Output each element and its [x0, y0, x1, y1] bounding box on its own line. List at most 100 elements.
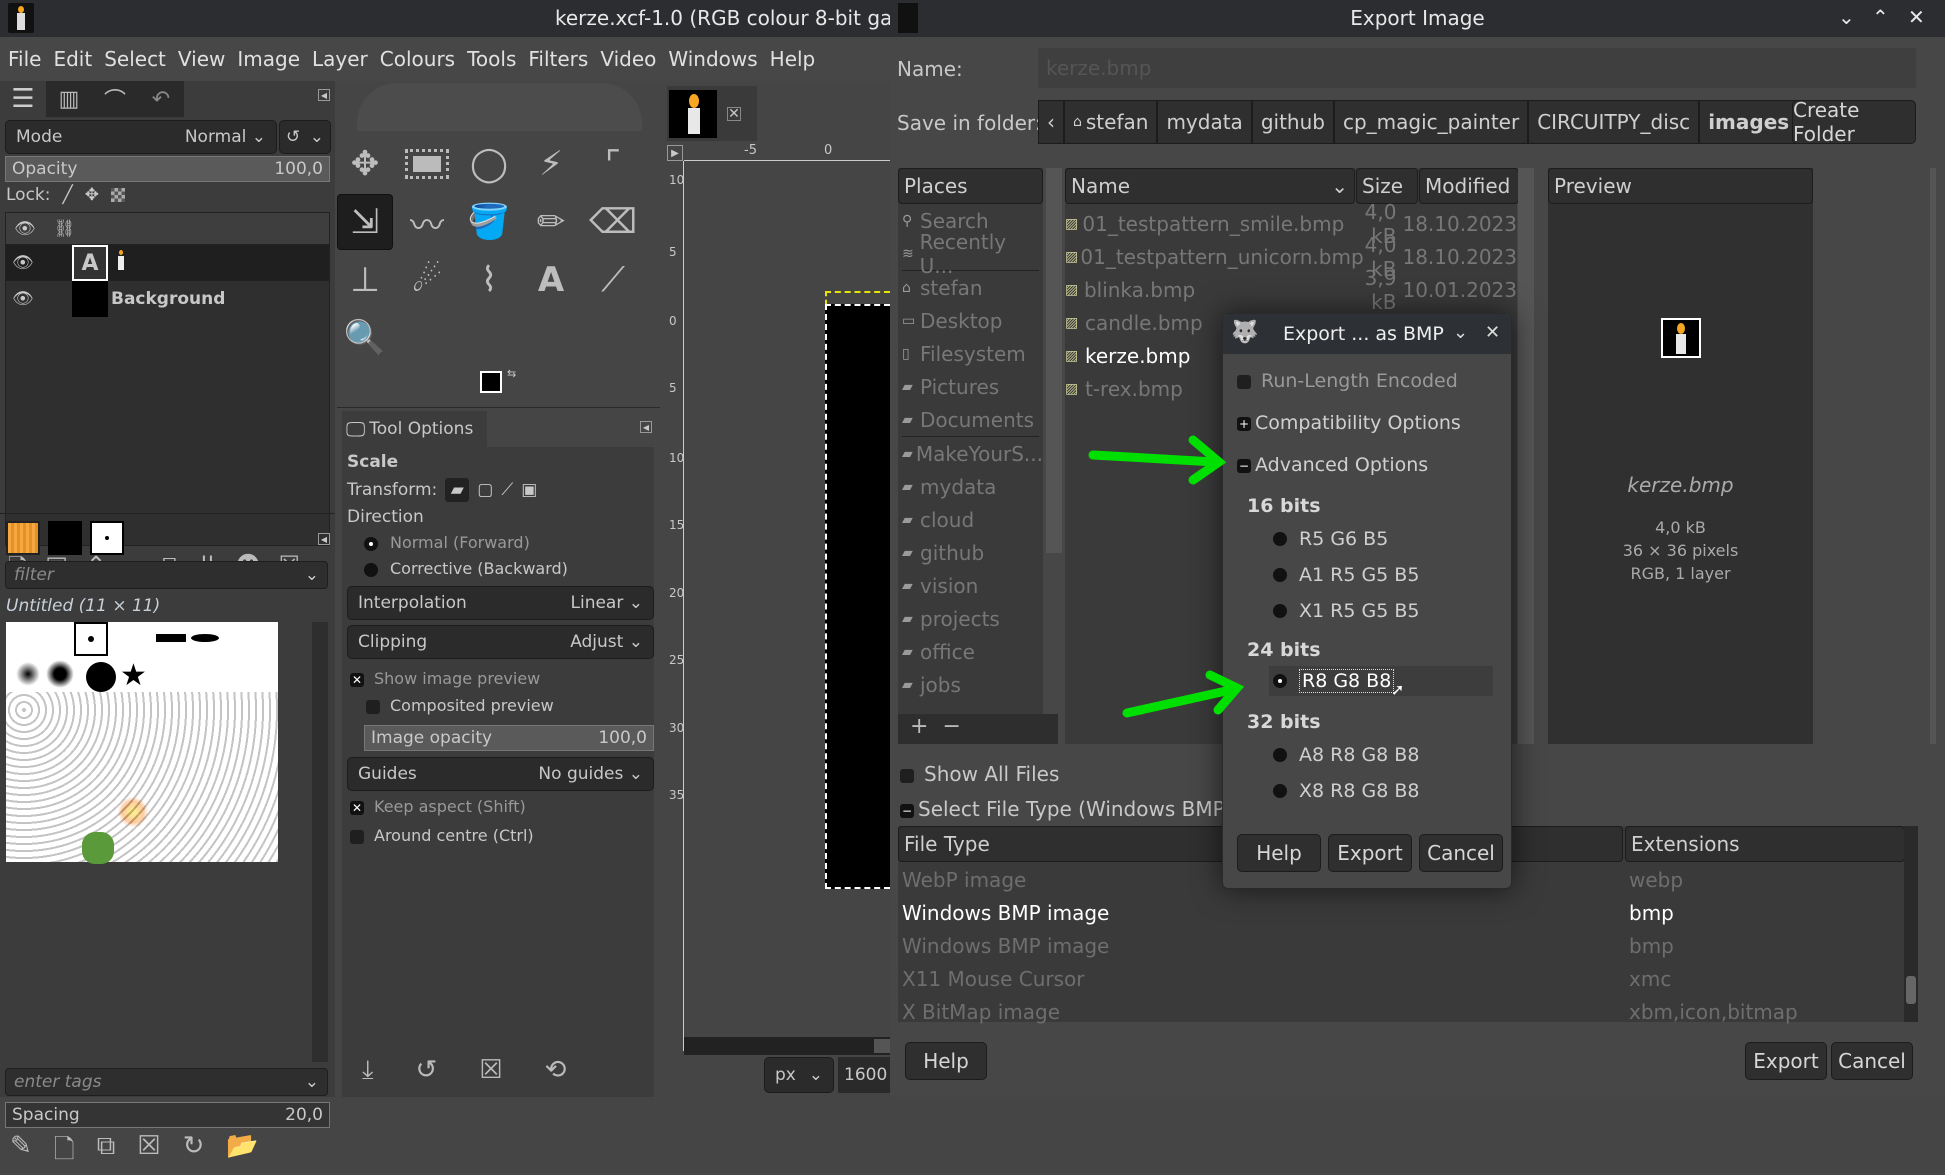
- zoom-field[interactable]: 1600: [838, 1057, 890, 1093]
- name-column-header[interactable]: Name ⌄: [1065, 168, 1355, 204]
- chevron-down-icon[interactable]: ⌄: [1453, 322, 1468, 343]
- place-item-projects[interactable]: ▰ projects: [898, 602, 1043, 635]
- crop-tool-icon[interactable]: ⌜: [585, 136, 641, 192]
- filetype-scrollbar[interactable]: [1904, 826, 1918, 1022]
- eraser-tool-icon[interactable]: ⌫: [585, 194, 641, 250]
- edit-brush-icon[interactable]: ✎: [10, 1131, 32, 1175]
- menu-image[interactable]: Image: [237, 47, 300, 71]
- opacity-spinner[interactable]: Opacity 100,0: [5, 156, 330, 182]
- close-icon[interactable]: ✕: [1485, 322, 1500, 343]
- place-item-jobs[interactable]: ▰ jobs: [898, 668, 1043, 701]
- smudge-tool-icon[interactable]: ☄: [399, 252, 455, 308]
- guides-combo[interactable]: Guides No guides ⌄: [347, 757, 654, 791]
- select-file-type-expander[interactable]: − Select File Type (Windows BMP in: [900, 797, 1249, 821]
- composited-preview-checkbox[interactable]: Composited preview: [366, 696, 554, 715]
- minimize-icon[interactable]: ⌄: [1838, 5, 1855, 29]
- file-row[interactable]: ▨ blinka.bmp 3,9 kB 10.01.2023: [1065, 266, 1517, 314]
- filetype-row[interactable]: Windows BMP image bmp: [898, 896, 1903, 929]
- filetype-row[interactable]: Windows BMP image bmp: [898, 929, 1903, 962]
- rle-checkbox[interactable]: Run-Length Encoded: [1237, 370, 1458, 392]
- pencil-tool-icon[interactable]: ✏: [523, 194, 579, 250]
- radio-r5g6b5[interactable]: R5 G6 B5: [1273, 528, 1388, 550]
- breadcrumb-mydata[interactable]: mydata: [1157, 100, 1252, 144]
- remove-bookmark-icon[interactable]: −: [942, 714, 960, 739]
- show-preview-checkbox[interactable]: ✕ Show image preview: [350, 669, 540, 688]
- bucket-fill-tool-icon[interactable]: 🪣: [461, 194, 517, 250]
- menu-video[interactable]: Video: [600, 47, 656, 71]
- cancel-button[interactable]: Cancel: [1831, 1042, 1913, 1080]
- direction-corrective-radio[interactable]: Corrective (Backward): [364, 559, 568, 578]
- help-button[interactable]: Help: [905, 1042, 987, 1080]
- undo-history-tab-icon[interactable]: ↶: [138, 81, 184, 117]
- place-item-documents[interactable]: ▰ Documents: [898, 403, 1043, 436]
- channels-tab-icon[interactable]: ▥: [46, 81, 92, 117]
- breadcrumb-circuitpy-disc[interactable]: CIRCUITPY_disc: [1528, 100, 1700, 144]
- radio-r8g8b8[interactable]: R8 G8 B8: [1273, 669, 1395, 693]
- menu-edit[interactable]: Edit: [53, 47, 92, 71]
- dock-menu-icon[interactable]: ◀: [640, 421, 652, 433]
- menu-help[interactable]: Help: [770, 47, 816, 71]
- open-brush-icon[interactable]: 📂: [226, 1131, 258, 1175]
- tool-options-tab[interactable]: 🖵 Tool Options: [342, 411, 487, 447]
- menu-windows[interactable]: Windows: [668, 47, 757, 71]
- create-folder-button[interactable]: Create Folder: [1792, 98, 1916, 146]
- breadcrumb-images[interactable]: images: [1699, 100, 1799, 144]
- image-canvas[interactable]: [825, 304, 890, 889]
- delete-brush-icon[interactable]: ☒: [137, 1131, 160, 1175]
- delete-options-icon[interactable]: ☒: [479, 1055, 502, 1086]
- add-bookmark-icon[interactable]: +: [910, 714, 928, 739]
- show-all-files-checkbox[interactable]: Show All Files: [900, 762, 1059, 786]
- extensions-column-header[interactable]: Extensions: [1625, 826, 1905, 862]
- around-centre-checkbox[interactable]: Around centre (Ctrl): [350, 826, 534, 845]
- swap-colors-icon[interactable]: ⇆: [507, 367, 516, 380]
- scale-tool-icon[interactable]: ⇲: [337, 194, 393, 250]
- files-scrollbar[interactable]: [1518, 168, 1534, 744]
- advanced-expander[interactable]: − Advanced Options: [1237, 454, 1428, 476]
- filetype-row[interactable]: X BitMap image xbm,icon,bitmap: [898, 995, 1903, 1028]
- menu-file[interactable]: File: [8, 47, 41, 71]
- menu-select[interactable]: Select: [104, 47, 166, 71]
- quick-mask-toggle[interactable]: ▶: [667, 145, 683, 161]
- filetype-row[interactable]: X11 Mouse Cursor xmc: [898, 962, 1903, 995]
- zoom-tool-icon[interactable]: 🔍: [337, 310, 393, 366]
- dock-menu-icon[interactable]: ◀: [318, 89, 330, 101]
- breadcrumb-cp-magic-painter[interactable]: cp_magic_painter: [1333, 100, 1529, 144]
- lasso-tool-icon[interactable]: ◯: [461, 136, 517, 192]
- tags-input[interactable]: enter tags ⌄: [5, 1068, 328, 1096]
- place-item-recently-u-[interactable]: ≋ Recently U...: [898, 230, 1043, 278]
- eye-icon[interactable]: 👁: [12, 253, 72, 273]
- keep-aspect-checkbox[interactable]: ✕ Keep aspect (Shift): [350, 797, 526, 816]
- file-row[interactable]: ▨ 01_testpattern_unicorn.bmp 4,0 kB 18.10.2…: [1065, 233, 1517, 281]
- transform-selection-icon[interactable]: ▢: [477, 480, 493, 500]
- preview-scrollbar[interactable]: [1930, 168, 1936, 744]
- close-tab-icon[interactable]: ✕: [727, 106, 741, 122]
- move-tool-icon[interactable]: ✥: [337, 136, 393, 192]
- layer-row[interactable]: 👁 A: [6, 245, 329, 281]
- close-icon[interactable]: ✕: [1908, 5, 1925, 29]
- menu-filters[interactable]: Filters: [528, 47, 588, 71]
- filename-input[interactable]: kerze.bmp: [1038, 48, 1916, 88]
- foreground-color-swatch[interactable]: [480, 371, 502, 393]
- place-item-cloud[interactable]: ▰ cloud: [898, 503, 1043, 536]
- transform-image-icon[interactable]: ▣: [521, 480, 537, 500]
- compatibility-expander[interactable]: + Compatibility Options: [1237, 412, 1461, 434]
- menu-colours[interactable]: Colours: [380, 47, 455, 71]
- lock-position-icon[interactable]: ✥: [85, 185, 99, 205]
- radio-a1r5g5b5[interactable]: A1 R5 G5 B5: [1273, 564, 1419, 586]
- export-button[interactable]: Export: [1745, 1042, 1827, 1080]
- duplicate-brush-icon[interactable]: ⧉: [97, 1131, 116, 1175]
- brush-tab[interactable]: [90, 521, 124, 555]
- menu-view[interactable]: View: [178, 47, 225, 71]
- lock-alpha-icon[interactable]: [111, 188, 125, 202]
- color-picker-tool-icon[interactable]: ⟋: [585, 252, 641, 308]
- place-item-mydata[interactable]: ▰ mydata: [898, 470, 1043, 503]
- refresh-brushes-icon[interactable]: ↻: [183, 1131, 205, 1175]
- text-tool-icon[interactable]: A: [523, 252, 579, 308]
- save-options-icon[interactable]: ⤓: [362, 1055, 374, 1086]
- dock-menu-icon[interactable]: ◀: [318, 533, 330, 545]
- composite-mode-combo[interactable]: ↺ ⌄: [279, 120, 331, 154]
- direction-normal-radio[interactable]: Normal (Forward): [364, 533, 530, 552]
- paths-tool-icon[interactable]: ⌇: [461, 252, 517, 308]
- file-row[interactable]: ▨ 01_testpattern_smile.bmp 4,0 kB 18.10.202…: [1065, 200, 1517, 248]
- place-item-office[interactable]: ▰ office: [898, 635, 1043, 668]
